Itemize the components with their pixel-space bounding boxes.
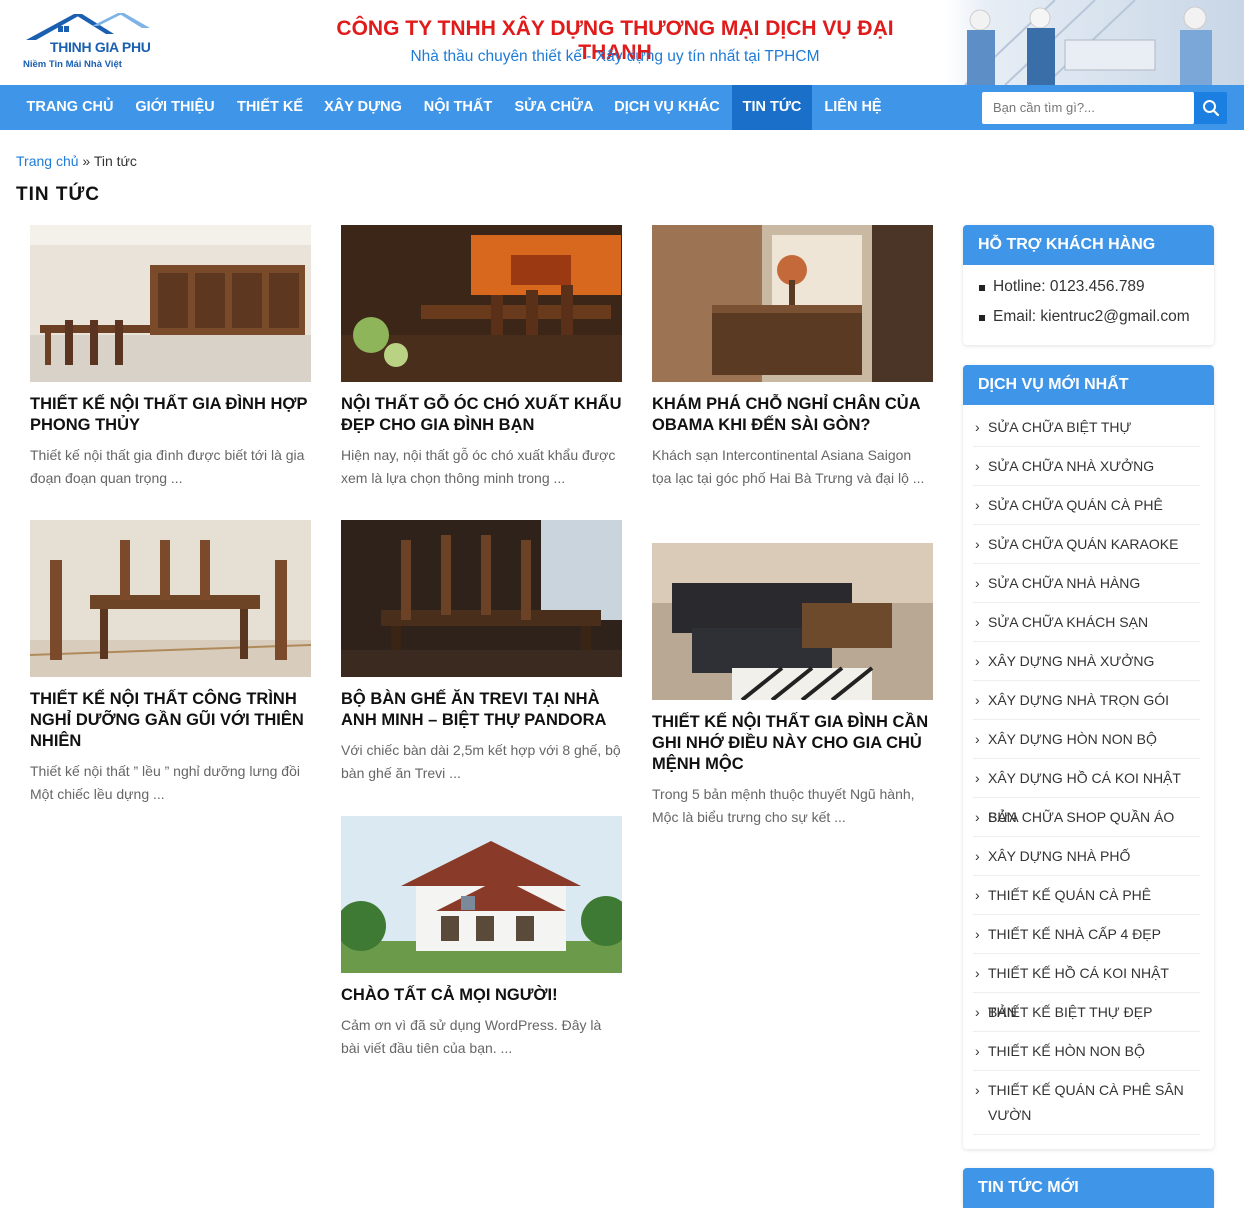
post-excerpt: Trong 5 bản mệnh thuộc thuyết Ngũ hành, … bbox=[652, 786, 915, 825]
service-link[interactable]: › SỬA CHỮA KHÁCH SẠN bbox=[973, 603, 1200, 642]
chevron-right-icon: › bbox=[975, 614, 980, 630]
service-link[interactable]: › SỬA CHỮA BIỆT THỰ bbox=[973, 408, 1200, 447]
post-title[interactable]: THIẾT KẾ NỘI THẤT CÔNG TRÌNH NGHỈ DƯỠNG … bbox=[30, 689, 311, 752]
service-link[interactable]: › SỬA CHỮA QUÁN CÀ PHÊ bbox=[973, 486, 1200, 525]
breadcrumb-home-link[interactable]: Trang chủ bbox=[16, 153, 79, 169]
post-thumbnail[interactable] bbox=[652, 543, 933, 700]
header-banner-image bbox=[945, 0, 1244, 86]
service-link[interactable]: › XÂY DỰNG HÒN NON BỘ bbox=[973, 720, 1200, 759]
service-link[interactable]: › XÂY DỰNG HỒ CÁ KOI NHẬT BẢN bbox=[973, 759, 1200, 825]
nav-item-news[interactable]: TIN TỨC bbox=[732, 85, 812, 130]
hotline-text[interactable]: Hotline: 0123.456.789 bbox=[963, 272, 1214, 302]
post-card: BỘ BÀN GHẾ ĂN TREVI TẠI NHÀ ANH MINH – B… bbox=[341, 520, 622, 785]
chevron-right-icon: › bbox=[975, 419, 980, 435]
breadcrumb: Trang chủ » Tin tức bbox=[16, 153, 137, 169]
service-link[interactable]: › SỬA CHỮA NHÀ HÀNG bbox=[973, 564, 1200, 603]
chevron-right-icon: › bbox=[975, 887, 980, 903]
nav-item-design[interactable]: THIẾT KẾ bbox=[226, 85, 314, 130]
post-title[interactable]: THIẾT KẾ NỘI THẤT GIA ĐÌNH HỢP PHONG THỦ… bbox=[30, 394, 311, 436]
breadcrumb-separator: » bbox=[82, 153, 91, 169]
nav-item-construction[interactable]: XÂY DỰNG bbox=[316, 85, 410, 130]
chevron-right-icon: › bbox=[975, 536, 980, 552]
nav-item-other-services[interactable]: DỊCH VỤ KHÁC bbox=[604, 85, 730, 130]
chevron-right-icon: › bbox=[975, 848, 980, 864]
nav-item-contact[interactable]: LIÊN HỆ bbox=[814, 85, 892, 130]
service-link[interactable]: › THIẾT KẾ HỒ CÁ KOI NHẬT BẢN bbox=[973, 954, 1200, 1020]
service-link[interactable]: › SỬA CHỮA SHOP QUẦN ÁO bbox=[973, 798, 1200, 837]
nav-item-home[interactable]: TRANG CHỦ bbox=[16, 85, 124, 130]
post-excerpt: Thiết kế nội thất gia đình được biết tới… bbox=[30, 447, 305, 486]
services-list: › SỬA CHỮA BIỆT THỰ › SỬA CHỮA NHÀ XƯỞNG ›… bbox=[963, 405, 1214, 1141]
nav-item-repair[interactable]: SỬA CHỮA bbox=[506, 85, 602, 130]
service-link[interactable]: › THIẾT KẾ QUÁN CÀ PHÊ SÂN VƯỜN bbox=[973, 1071, 1200, 1135]
post-title[interactable]: KHÁM PHÁ CHỖ NGHỈ CHÂN CỦA OBAMA KHI ĐẾN… bbox=[652, 394, 933, 436]
post-title[interactable]: THIẾT KẾ NỘI THẤT GIA ĐÌNH CẦN GHI NHỚ Đ… bbox=[652, 712, 933, 775]
chevron-right-icon: › bbox=[975, 1004, 980, 1020]
chevron-right-icon: › bbox=[975, 653, 980, 669]
service-link[interactable]: › SỬA CHỮA QUÁN KARAOKE bbox=[973, 525, 1200, 564]
search-icon bbox=[1203, 100, 1220, 117]
logo-slogan-text: Niềm Tin Mái Nhà Việt bbox=[23, 59, 122, 70]
chevron-right-icon: › bbox=[975, 497, 980, 513]
post-thumbnail[interactable] bbox=[652, 225, 933, 382]
page-title: TIN TỨC bbox=[16, 184, 100, 205]
search-input[interactable]: Bạn cần tìm gì?... bbox=[982, 92, 1194, 124]
service-link[interactable]: › XÂY DỰNG NHÀ PHỐ bbox=[973, 837, 1200, 876]
chevron-right-icon: › bbox=[975, 692, 980, 708]
post-excerpt: Khách sạn Intercontinental Asiana Saigon… bbox=[652, 447, 925, 486]
post-thumbnail[interactable] bbox=[341, 225, 622, 382]
search-button[interactable] bbox=[1194, 92, 1227, 124]
chevron-right-icon: › bbox=[975, 458, 980, 474]
post-card: CHÀO TẤT CẢ MỌI NGƯỜI! Cảm ơn vì đã sử d… bbox=[341, 816, 622, 1060]
nav-item-interior[interactable]: NỘI THẤT bbox=[412, 85, 504, 130]
support-widget: HỖ TRỢ KHÁCH HÀNG Hotline: 0123.456.789 … bbox=[963, 225, 1214, 345]
nav-item-about[interactable]: GIỚI THIỆU bbox=[126, 85, 224, 130]
service-link[interactable]: › THIẾT KẾ BIỆT THỰ ĐẸP bbox=[973, 993, 1200, 1032]
chevron-right-icon: › bbox=[975, 1043, 980, 1059]
post-excerpt: Hiện nay, nội thất gỗ óc chó xuất khẩu đ… bbox=[341, 447, 616, 486]
post-card: THIẾT KẾ NỘI THẤT GIA ĐÌNH CẦN GHI NHỚ Đ… bbox=[652, 543, 933, 829]
breadcrumb-current: Tin tức bbox=[93, 153, 137, 169]
chevron-right-icon: › bbox=[975, 809, 980, 825]
services-widget: DỊCH VỤ MỚI NHẤT › SỬA CHỮA BIỆT THỰ › SỬA… bbox=[963, 365, 1214, 1149]
post-card: NỘI THẤT GỖ ÓC CHÓ XUẤT KHẨU ĐẸP CHO GIA… bbox=[341, 225, 622, 490]
roof-logo-icon bbox=[26, 13, 150, 40]
post-card: THIẾT KẾ NỘI THẤT CÔNG TRÌNH NGHỈ DƯỠNG … bbox=[30, 520, 311, 806]
post-card: KHÁM PHÁ CHỖ NGHỈ CHÂN CỦA OBAMA KHI ĐẾN… bbox=[652, 225, 933, 490]
service-link[interactable]: › XÂY DỰNG NHÀ XƯỞNG bbox=[973, 642, 1200, 681]
post-excerpt: Thiết kế nội thất ” lều ” nghỉ dưỡng lưn… bbox=[30, 763, 300, 802]
chevron-right-icon: › bbox=[975, 731, 980, 747]
chevron-right-icon: › bbox=[975, 575, 980, 591]
service-link[interactable]: › THIẾT KẾ HÒN NON BỘ bbox=[973, 1032, 1200, 1071]
post-thumbnail[interactable] bbox=[30, 520, 311, 677]
post-title[interactable]: NỘI THẤT GỖ ÓC CHÓ XUẤT KHẨU ĐẸP CHO GIA… bbox=[341, 394, 622, 436]
service-link[interactable]: › XÂY DỰNG NHÀ TRỌN GÓI bbox=[973, 681, 1200, 720]
chevron-right-icon: › bbox=[975, 965, 980, 981]
site-header: THINH GIA PHU Niềm Tin Mái Nhà Việt CÔNG… bbox=[0, 0, 1244, 86]
latest-news-widget: TIN TỨC MỚI bbox=[963, 1168, 1214, 1208]
post-excerpt: Với chiếc bàn dài 2,5m kết hợp với 8 ghế… bbox=[341, 742, 621, 781]
service-link[interactable]: › THIẾT KẾ NHÀ CẤP 4 ĐẸP bbox=[973, 915, 1200, 954]
post-thumbnail[interactable] bbox=[341, 816, 622, 973]
post-title[interactable]: CHÀO TẤT CẢ MỌI NGƯỜI! bbox=[341, 985, 622, 1006]
chevron-right-icon: › bbox=[975, 1082, 980, 1098]
company-tagline: Nhà thầu chuyên thiết kế - Xây dựng uy t… bbox=[410, 48, 820, 65]
post-thumbnail[interactable] bbox=[30, 225, 311, 382]
logo-brand-text: THINH GIA PHU bbox=[50, 39, 151, 55]
chevron-right-icon: › bbox=[975, 770, 980, 786]
chevron-right-icon: › bbox=[975, 926, 980, 942]
site-logo[interactable]: THINH GIA PHU Niềm Tin Mái Nhà Việt bbox=[22, 12, 152, 72]
service-link[interactable]: › THIẾT KẾ QUÁN CÀ PHÊ bbox=[973, 876, 1200, 915]
post-excerpt: Cảm ơn vì đã sử dụng WordPress. Đây là b… bbox=[341, 1017, 602, 1056]
latest-news-widget-title: TIN TỨC MỚI bbox=[963, 1168, 1214, 1208]
services-widget-title: DỊCH VỤ MỚI NHẤT bbox=[963, 365, 1214, 405]
service-link[interactable]: › SỬA CHỮA NHÀ XƯỞNG bbox=[973, 447, 1200, 486]
post-card: THIẾT KẾ NỘI THẤT GIA ĐÌNH HỢP PHONG THỦ… bbox=[30, 225, 311, 490]
email-text[interactable]: Email: kientruc2@gmail.com bbox=[963, 302, 1214, 332]
post-title[interactable]: BỘ BÀN GHẾ ĂN TREVI TẠI NHÀ ANH MINH – B… bbox=[341, 689, 622, 731]
post-thumbnail[interactable] bbox=[341, 520, 622, 677]
